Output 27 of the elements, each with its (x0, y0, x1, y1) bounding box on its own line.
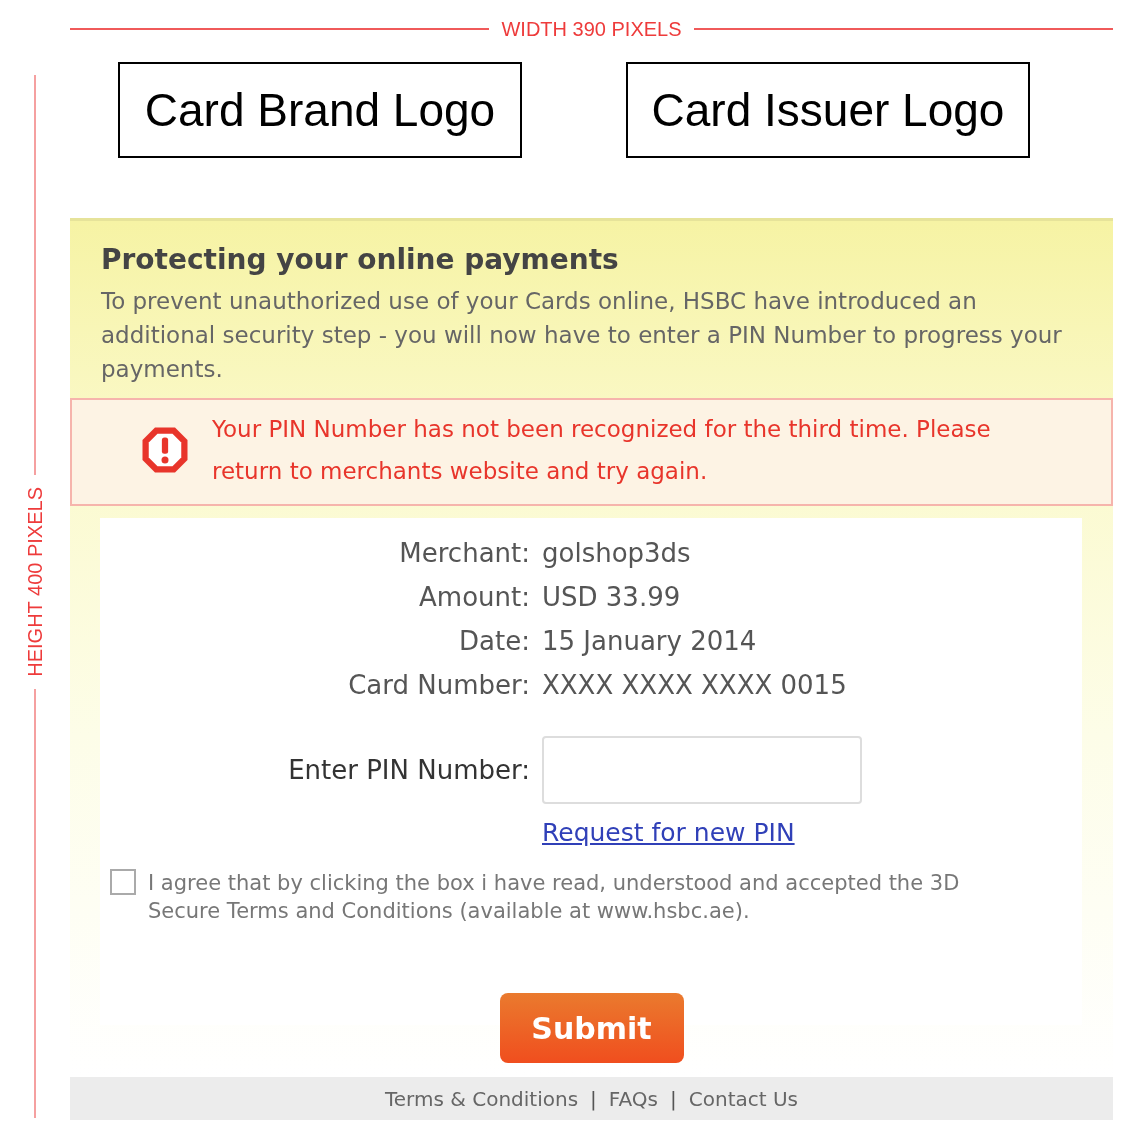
field-label: Amount: (418, 582, 530, 612)
field-value: USD 33.99 (542, 582, 682, 612)
height-annotation: HEIGHT 400 PIXELS (23, 487, 47, 677)
footer-link[interactable]: Contact Us (688, 1086, 798, 1111)
notice-title: Protecting your online payments (101, 243, 620, 276)
field-label: Merchant: (398, 538, 530, 568)
warning-icon (140, 425, 190, 475)
error-message: Your PIN Number has not been recognized for the third time. Please return to merchants website and try again. (212, 415, 992, 486)
submit-button[interactable]: Submit (499, 993, 684, 1063)
field-value: 15 January 2014 (542, 626, 758, 656)
agreement-text: I agree that by clicking the box i have read, understood and accepted the 3D Secure Terms and Conditions (available at www.hsbc.ae). (148, 870, 961, 925)
logo-label: Card Issuer Logo (651, 83, 1005, 137)
request-pin-link[interactable]: Request for new PIN (542, 818, 795, 847)
field-label: Card Number: (347, 670, 530, 700)
pin-input-field[interactable] (542, 736, 862, 804)
agree-checkbox[interactable] (110, 869, 136, 895)
width-annotation: WIDTH 390 PIXELS (501, 17, 682, 41)
field-label: Enter PIN Number: (287, 755, 530, 785)
field-value: golshop3ds (542, 538, 692, 568)
link-separator: | (590, 1086, 597, 1111)
field-value: XXXX XXXX XXXX 0015 (542, 670, 848, 700)
field-label: Date: (458, 626, 530, 656)
link-separator: | (670, 1086, 677, 1111)
notice-text: To prevent unauthorized use of your Cards online, HSBC have introduced an additional security step - you will now have to enter a PIN Number to progress your payments. (101, 287, 1063, 384)
footer-link[interactable]: FAQs (608, 1086, 658, 1111)
logo-label: Card Brand Logo (144, 83, 496, 137)
footer-link[interactable]: Terms & Conditions (385, 1086, 579, 1111)
